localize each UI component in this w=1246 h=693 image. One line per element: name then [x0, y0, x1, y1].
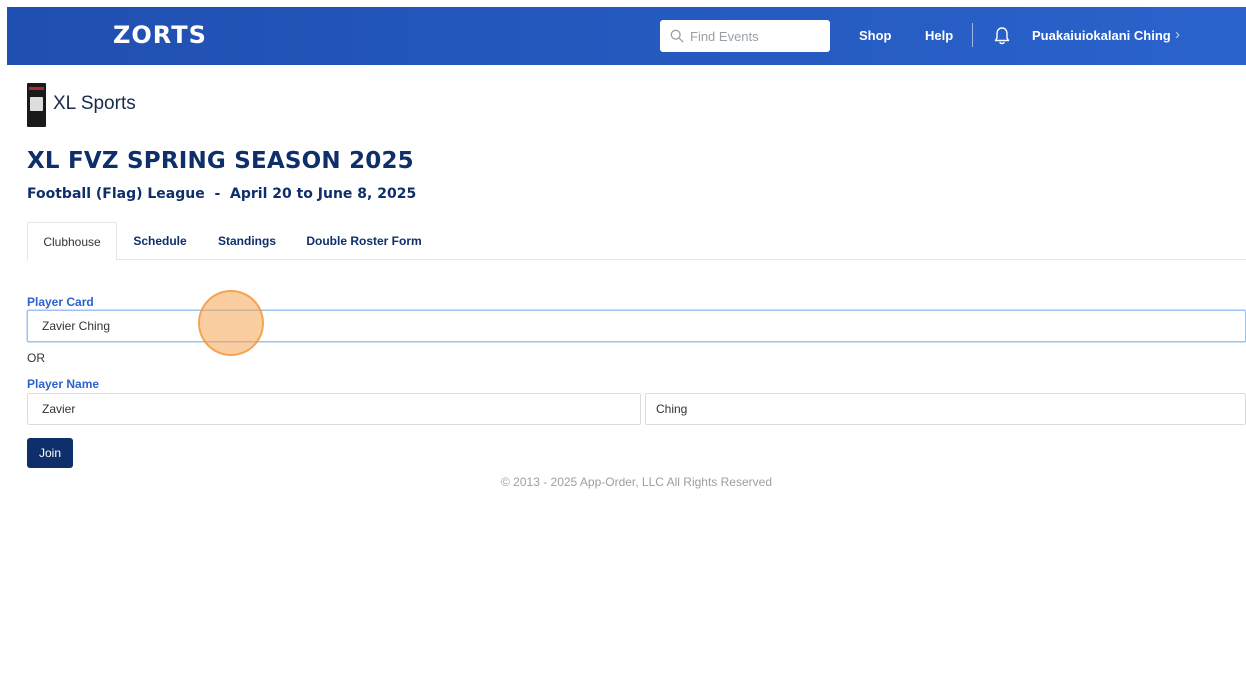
join-button[interactable]: Join	[27, 438, 73, 468]
player-name-label: Player Name	[27, 377, 100, 391]
last-name-input[interactable]	[645, 393, 1246, 425]
shop-link[interactable]: Shop	[859, 27, 892, 45]
tab-standings[interactable]: Standings	[209, 222, 285, 260]
event-tabs: Clubhouse Schedule Standings Double Rost…	[27, 222, 1246, 261]
or-separator: OR	[27, 351, 45, 365]
top-navigation-bar: ZORTS Shop Help Puakaiuiokalani Ching ›	[7, 7, 1246, 65]
search-box[interactable]	[660, 20, 830, 52]
nav-divider	[972, 23, 973, 47]
player-card-label: Player Card	[27, 295, 94, 309]
footer-copyright: © 2013 - 2025 App-Order, LLC All Rights …	[501, 475, 772, 489]
notification-bell-icon[interactable]	[993, 26, 1011, 46]
org-logo-stripe	[29, 87, 44, 90]
chevron-right-icon[interactable]: ›	[1175, 26, 1180, 44]
org-name[interactable]: XL Sports	[53, 93, 136, 115]
first-name-input[interactable]	[27, 393, 641, 425]
tab-schedule[interactable]: Schedule	[123, 222, 197, 260]
zorts-logo[interactable]: ZORTS	[113, 20, 207, 50]
click-indicator	[198, 290, 264, 356]
search-input[interactable]	[690, 28, 820, 44]
tab-double-roster-form[interactable]: Double Roster Form	[299, 222, 429, 260]
org-logo-badge	[30, 97, 43, 111]
user-menu-name[interactable]: Puakaiuiokalani Ching	[1032, 27, 1171, 45]
org-logo	[27, 83, 46, 127]
help-link[interactable]: Help	[925, 27, 953, 45]
event-title: XL FVZ SPRING SEASON 2025	[27, 148, 414, 174]
tab-clubhouse[interactable]: Clubhouse	[27, 222, 117, 261]
search-icon	[670, 29, 684, 43]
event-subtitle: Football (Flag) League - April 20 to Jun…	[27, 186, 417, 202]
